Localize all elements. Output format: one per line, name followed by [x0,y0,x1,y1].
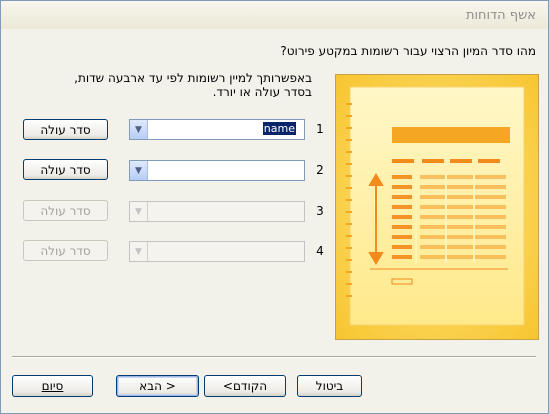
finish-label: סיום [41,379,64,393]
sort-row-number-1: 1 [316,122,324,136]
sort-field-combo-3: ▼ [129,201,305,222]
sort-order-button-4: סדר עולה [23,240,108,261]
report-illustration [335,74,539,340]
sort-field-value-1[interactable]: name [262,122,296,135]
sort-question: מהו סדר המיון הרצוי עבור רשומות במקטע פי… [280,44,536,58]
sort-row-number-3: 3 [316,204,324,218]
dropdown-arrow-icon[interactable]: ▼ [130,120,148,139]
sort-field-combo-2[interactable]: ▼ [129,160,305,181]
report-wizard-dialog: אשף הדוחות מהו סדר המיון הרצוי עבור רשומ… [0,0,549,414]
sort-order-button-1[interactable]: סדר עולה [23,119,108,140]
sort-order-button-3: סדר עולה [23,200,108,221]
sort-row-number-4: 4 [316,244,324,258]
back-label: <הקודם [222,379,268,393]
description-line-1: באפשרותך למיין רשומות לפי עד ארבעה שדות, [74,71,312,85]
cancel-button[interactable]: ביטול [297,375,362,397]
next-label: הבא > [139,379,176,393]
description-line-2: בסדר עולה או יורד. [212,85,312,99]
report-preview-icon [336,75,538,339]
window-title: אשף הדוחות [465,8,536,23]
dropdown-arrow-icon: ▼ [130,242,148,261]
title-bar: אשף הדוחות [1,1,548,29]
dropdown-arrow-icon: ▼ [130,202,148,221]
next-button[interactable]: הבא > [116,375,199,397]
sort-description: באפשרותך למיין רשומות לפי עד ארבעה שדות,… [12,71,312,99]
sort-order-button-2[interactable]: סדר עולה [23,159,108,180]
back-button[interactable]: <הקודם [204,375,286,397]
finish-button[interactable]: סיום [12,375,93,397]
sort-field-combo-1[interactable]: ▼ name [129,119,305,140]
footer-divider [12,356,536,358]
sort-field-combo-4: ▼ [129,241,305,262]
sort-row-number-2: 2 [316,163,324,177]
dropdown-arrow-icon[interactable]: ▼ [130,161,148,180]
cancel-label: ביטול [315,379,344,393]
